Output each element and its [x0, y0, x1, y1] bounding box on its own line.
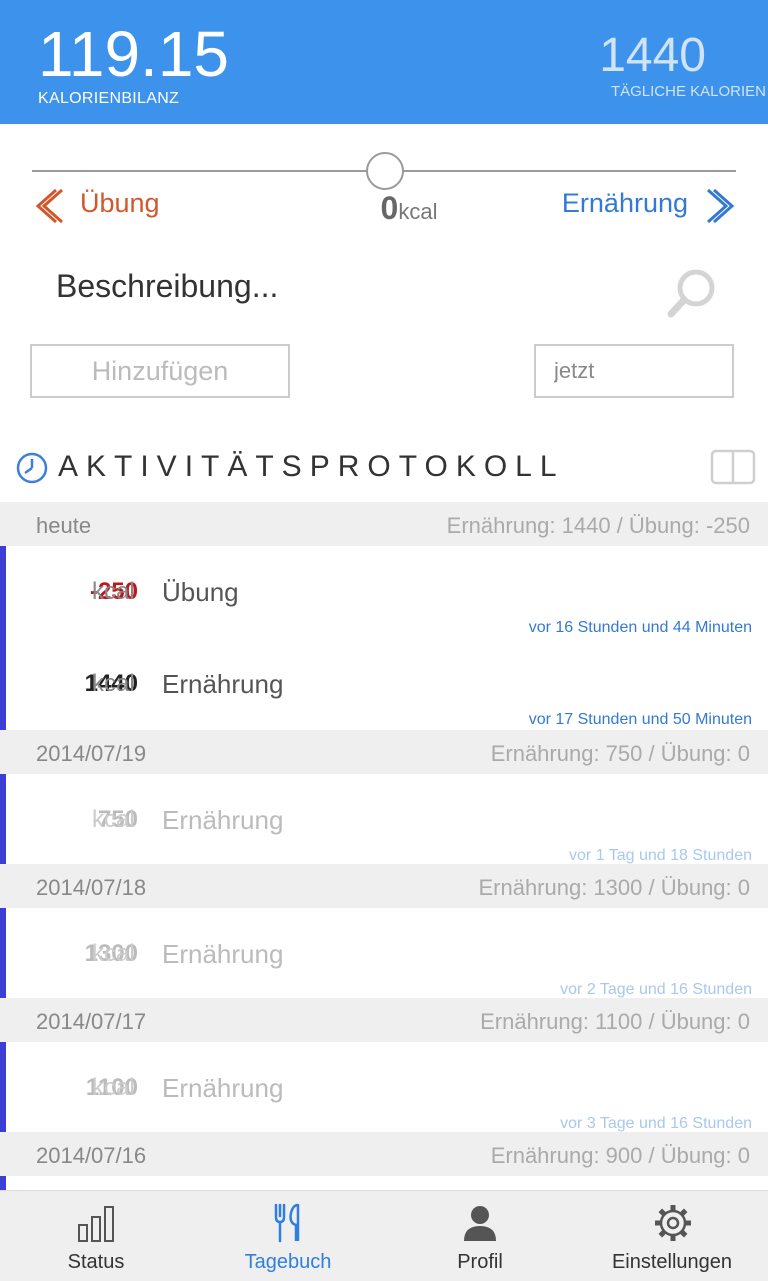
log-entry[interactable]: 1300 kcal Ernährung vor 2 Tage und 16 St… [0, 908, 768, 998]
fork-knife-icon [274, 1203, 300, 1243]
time-field[interactable] [534, 344, 734, 398]
day-summary: Ernährung: 1100 / Übung: 0 [480, 1009, 750, 1034]
entry-time-ago: vor 2 Tage und 16 Stunden [560, 981, 752, 998]
book-icon[interactable] [710, 448, 756, 488]
entry-unit: kcal [92, 670, 135, 697]
day-header: 2014/07/18 Ernährung: 1300 / Übung: 0 [0, 864, 768, 908]
nav-label: Tagebuch [244, 1251, 332, 1273]
nav-item-profil[interactable]: Profil [384, 1191, 576, 1281]
entry-type: Ernährung [162, 1073, 284, 1103]
activity-log-title: AKTIVITÄTSPROTOKOLL [58, 450, 565, 483]
entry-time-ago: vor 3 Tage und 16 Stunden [560, 1115, 752, 1132]
kcal-amount-value: 0 [380, 190, 399, 226]
entry-unit: kcal [92, 806, 135, 833]
kcal-amount-unit: kcal [398, 199, 438, 224]
clock-icon [16, 452, 48, 484]
log-entry[interactable]: 1440 kcal Ernährung vor 17 Stunden und 5… [0, 638, 768, 730]
day-date: 2014/07/18 [36, 875, 147, 900]
bar-chart-icon [78, 1206, 114, 1242]
person-icon [464, 1206, 496, 1241]
nav-item-tagebuch[interactable]: Tagebuch [192, 1191, 384, 1281]
entry-time-ago: vor 1 Tag und 18 Stunden [569, 847, 752, 864]
nav-item-status[interactable]: Status [0, 1191, 192, 1281]
day-entries: -250 kcal Übung vor 16 Stunden und 44 Mi… [0, 546, 768, 730]
food-toggle[interactable]: Ernährung [562, 188, 688, 219]
day-entries: 1100 kcal Ernährung vor 3 Tage und 16 St… [0, 1042, 768, 1132]
log-entry[interactable]: -250 kcal Übung vor 16 Stunden und 44 Mi… [0, 546, 768, 638]
entry-unit: kcal [92, 1074, 135, 1101]
header-bar: 119.15 KALORIENBILANZ 1440 TÄGLICHE KALO… [0, 0, 768, 124]
entry-time-ago: vor 16 Stunden und 44 Minuten [528, 619, 752, 636]
day-entries: 750 kcal Ernährung vor 1 Tag und 18 Stun… [0, 774, 768, 864]
daily-calories-label: TÄGLICHE KALORIEN [610, 83, 766, 100]
entry-unit: kcal [92, 578, 135, 605]
day-summary: Ernährung: 750 / Übung: 0 [490, 741, 750, 766]
log-entry[interactable]: 1100 kcal Ernährung vor 3 Tage und 16 St… [0, 1042, 768, 1132]
description-input[interactable]: Beschreibung... [56, 268, 278, 305]
kcal-slider-thumb[interactable] [366, 152, 404, 190]
add-button[interactable]: Hinzufügen [30, 344, 290, 398]
day-entries: 1300 kcal Ernährung vor 2 Tage und 16 St… [0, 908, 768, 998]
day-header: 2014/07/16 Ernährung: 900 / Übung: 0 [0, 1132, 768, 1176]
nav-label: Profil [457, 1251, 503, 1273]
log-entry[interactable]: 750 kcal Ernährung vor 1 Tag und 18 Stun… [0, 774, 768, 864]
chevron-right-icon[interactable] [704, 186, 740, 226]
entry-type: Ernährung [162, 805, 284, 835]
activity-log-list[interactable]: heute Ernährung: 1440 / Übung: -250 -250… [0, 502, 768, 1206]
day-header: 2014/07/17 Ernährung: 1100 / Übung: 0 [0, 998, 768, 1042]
nav-item-einstellungen[interactable]: Einstellungen [576, 1191, 768, 1281]
entry-type: Übung [162, 577, 239, 607]
day-summary: Ernährung: 1300 / Übung: 0 [478, 875, 750, 900]
entry-type: Ernährung [162, 669, 284, 699]
calorie-balance-value: 119.15 [38, 18, 229, 90]
search-icon[interactable] [666, 268, 718, 320]
day-summary: Ernährung: 1440 / Übung: -250 [446, 513, 750, 538]
bottom-nav: Status Tagebuch Profil Einstellungen [0, 1190, 768, 1281]
nav-label: Einstellungen [611, 1251, 733, 1273]
day-date: 2014/07/19 [36, 741, 147, 766]
day-header: heute Ernährung: 1440 / Übung: -250 [0, 502, 768, 546]
day-date: 2014/07/16 [36, 1143, 147, 1168]
entry-type: Ernährung [162, 939, 284, 969]
calorie-balance-label: KALORIENBILANZ [38, 90, 180, 107]
gear-icon [655, 1205, 691, 1241]
day-header: 2014/07/19 Ernährung: 750 / Übung: 0 [0, 730, 768, 774]
day-date: heute [36, 513, 92, 538]
entry-time-ago: vor 17 Stunden und 50 Minuten [528, 711, 752, 728]
day-summary: Ernährung: 900 / Übung: 0 [490, 1143, 750, 1168]
day-date: 2014/07/17 [36, 1009, 147, 1034]
nav-label: Status [67, 1251, 125, 1273]
entry-unit: kcal [92, 940, 135, 967]
daily-calories-value: 1440 [599, 29, 706, 82]
